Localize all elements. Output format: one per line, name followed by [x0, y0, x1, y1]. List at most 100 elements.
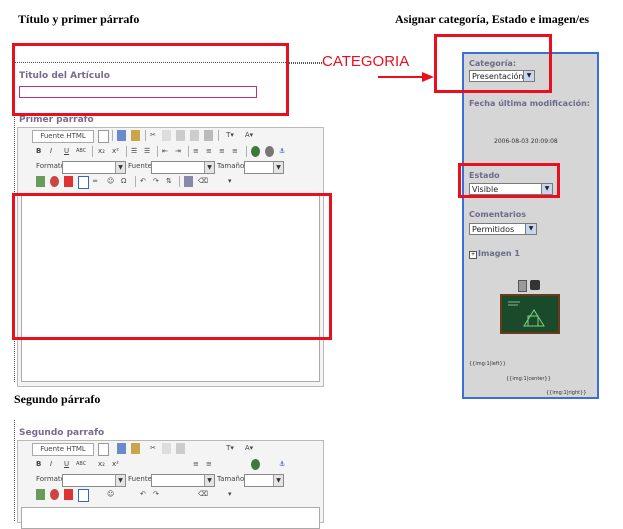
source-html-label: Fuente HTML [40, 132, 86, 140]
bg-color-icon[interactable]: A▾ [242, 130, 256, 141]
table-icon[interactable] [78, 489, 89, 502]
smiley-icon[interactable]: ☺ [107, 489, 114, 500]
unlink-icon[interactable] [265, 146, 274, 157]
second-paragraph-content-area[interactable] [21, 507, 320, 529]
toolbar-separator [112, 130, 113, 141]
image-right-code: {{img:1|right}} [546, 390, 587, 396]
source-html-button[interactable]: Fuente HTML [32, 443, 94, 456]
copy-icon[interactable] [162, 130, 171, 141]
superscript-button[interactable]: x² [112, 459, 119, 470]
comments-select[interactable]: Permitidos ▼ [469, 223, 537, 235]
cut-icon[interactable]: ✂ [150, 443, 156, 454]
preview-icon[interactable] [117, 130, 126, 141]
undo-icon[interactable]: ↶ [140, 176, 146, 187]
underline-button[interactable]: U [64, 146, 69, 157]
subscript-button[interactable]: x₂ [98, 146, 105, 157]
toolbar-separator [188, 146, 189, 157]
more-dropdown-icon[interactable]: ▾ [228, 489, 232, 500]
unordered-list-icon[interactable]: ☰ [144, 146, 150, 157]
redo-icon[interactable]: ↷ [153, 489, 159, 500]
size-label: Tamaño [217, 475, 245, 483]
paste-text-icon[interactable] [190, 130, 199, 141]
template-icon[interactable] [131, 130, 140, 141]
paste-word-icon[interactable] [204, 130, 213, 141]
justify-icon[interactable]: ≡ [232, 146, 238, 157]
find-replace-icon[interactable]: ⇅ [166, 176, 172, 187]
expand-image-icon[interactable]: + [469, 251, 477, 259]
category-highlight-box [434, 34, 552, 93]
chevron-down-icon: ▼ [204, 162, 214, 173]
youtube-icon[interactable] [64, 489, 73, 500]
eraser-icon[interactable]: ⌫ [198, 489, 208, 500]
toolbar-separator [246, 146, 247, 157]
second-paragraph-editor: Fuente HTML ✂ T▾ A▾ B I U ABC x₂ x² ≡ ≡ … [17, 440, 324, 529]
eraser-icon[interactable]: ⌫ [198, 176, 208, 187]
indent-icon[interactable]: ⇥ [175, 146, 181, 157]
flash-icon[interactable] [50, 489, 59, 500]
horizontal-rule-icon[interactable]: ═ [93, 176, 97, 187]
redo-icon[interactable]: ↷ [153, 176, 159, 187]
bg-color-icon[interactable]: A▾ [242, 443, 256, 454]
italic-button[interactable]: I [50, 146, 52, 157]
size-select[interactable]: ▼ [244, 474, 284, 487]
bold-button[interactable]: B [36, 459, 41, 470]
outdent-icon[interactable]: ⇤ [162, 146, 168, 157]
link-icon[interactable] [251, 459, 260, 470]
italic-button[interactable]: I [50, 459, 52, 470]
font-select[interactable]: ▼ [151, 161, 215, 174]
table-icon[interactable] [78, 176, 89, 189]
source-html-button[interactable]: Fuente HTML [32, 130, 94, 143]
copy-icon[interactable] [162, 443, 171, 454]
anchor-icon[interactable]: ⚓ [279, 146, 285, 157]
template-icon[interactable] [131, 443, 140, 454]
trash-icon[interactable] [518, 280, 527, 292]
flash-icon[interactable] [50, 176, 59, 187]
align-right-icon[interactable]: ≡ [219, 146, 225, 157]
font-select[interactable]: ▼ [151, 474, 215, 487]
select-all-icon[interactable] [184, 176, 193, 187]
ordered-list-icon[interactable]: ☰ [131, 146, 137, 157]
preview-icon[interactable] [117, 443, 126, 454]
modified-date-value: 2006-08-03 20:09:08 [494, 138, 558, 145]
undo-icon[interactable]: ↶ [140, 489, 146, 500]
bold-button[interactable]: B [36, 146, 41, 157]
camera-icon[interactable] [530, 280, 540, 290]
superscript-button[interactable]: x² [112, 146, 119, 157]
align-left-icon[interactable]: ≡ [193, 146, 199, 157]
size-select[interactable]: ▼ [244, 161, 284, 174]
format-select[interactable]: ▼ [62, 474, 126, 487]
paste-icon[interactable] [176, 130, 185, 141]
strike-button[interactable]: ABC [76, 146, 86, 157]
paste-icon[interactable] [176, 443, 185, 454]
new-page-icon[interactable] [98, 443, 109, 456]
underline-button[interactable]: U [64, 459, 69, 470]
special-char-icon[interactable]: Ω [121, 176, 126, 187]
image-thumbnail[interactable] [500, 294, 560, 334]
link-icon[interactable] [251, 146, 260, 157]
format-label: Formato [36, 162, 65, 170]
new-page-icon[interactable] [98, 130, 109, 143]
align-left-icon[interactable]: ≡ [193, 459, 199, 470]
format-label: Formato [36, 475, 65, 483]
image-center-code: {{img:1|center}} [506, 376, 551, 382]
align-center-icon[interactable]: ≡ [206, 146, 212, 157]
text-color-icon[interactable]: T▾ [223, 443, 237, 454]
dotted-guide-vertical-2 [14, 420, 15, 521]
chevron-down-icon: ▼ [273, 162, 283, 173]
smiley-icon[interactable]: ☺ [107, 176, 114, 187]
toolbar-separator [126, 146, 127, 157]
text-color-icon[interactable]: T▾ [223, 130, 237, 141]
toolbar-row-2: B I U ABC x₂ x² ☰ ☰ ⇤ ⇥ ≡ ≡ ≡ ≡ ⚓ [18, 146, 323, 160]
font-label: Fuente [128, 475, 152, 483]
modified-date-label: Fecha última modificación: [469, 99, 590, 108]
format-select[interactable]: ▼ [62, 161, 126, 174]
more-dropdown-icon[interactable]: ▾ [228, 176, 232, 187]
anchor-icon[interactable]: ⚓ [279, 459, 285, 470]
subscript-button[interactable]: x₂ [98, 459, 105, 470]
youtube-icon[interactable] [64, 176, 73, 187]
strike-button[interactable]: ABC [76, 459, 86, 470]
image-icon[interactable] [36, 176, 45, 187]
image-icon[interactable] [36, 489, 45, 500]
cut-icon[interactable]: ✂ [150, 130, 156, 141]
align-center-icon[interactable]: ≡ [206, 459, 212, 470]
